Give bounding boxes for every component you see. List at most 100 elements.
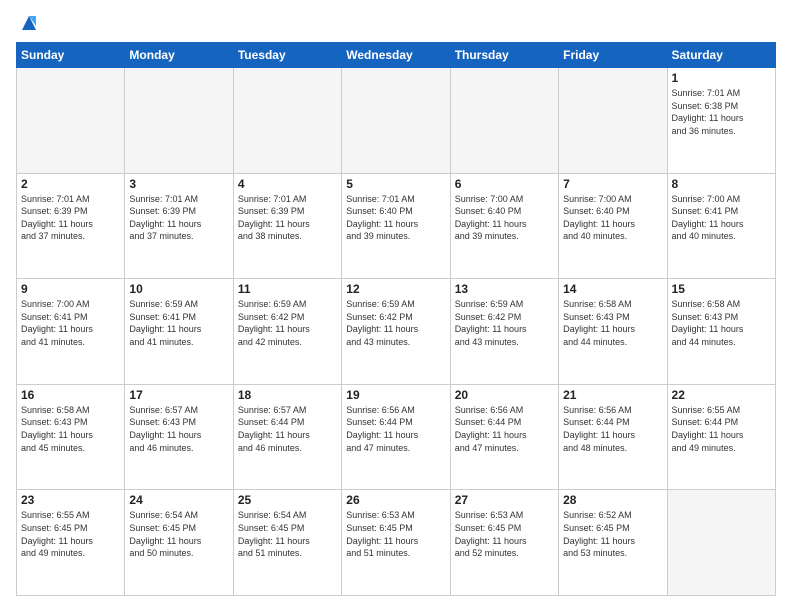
day-number: 21 <box>563 388 662 402</box>
day-info: Sunrise: 7:00 AM Sunset: 6:41 PM Dayligh… <box>672 193 771 243</box>
calendar-cell: 17 Sunrise: 6:57 AM Sunset: 6:43 PM Dayli… <box>125 384 233 490</box>
weekday-header-sunday: Sunday <box>17 43 125 68</box>
day-number: 28 <box>563 493 662 507</box>
day-info: Sunrise: 6:55 AM Sunset: 6:44 PM Dayligh… <box>672 404 771 454</box>
calendar-cell: 22Sunrise: 6:55 AM Sunset: 6:44 PM Dayli… <box>667 384 775 490</box>
day-number: 16 <box>21 388 120 402</box>
logo-icon <box>18 12 40 34</box>
calendar-cell: 26 Sunrise: 6:53 AM Sunset: 6:45 PM Dayli… <box>342 490 450 596</box>
calendar-week-row: 16 Sunrise: 6:58 AM Sunset: 6:43 PM Dayli… <box>17 384 776 490</box>
header <box>16 16 776 32</box>
day-info: Sunrise: 7:01 AM Sunset: 6:39 PM Dayligh… <box>238 193 337 243</box>
day-number: 26 <box>346 493 445 507</box>
day-number: 20 <box>455 388 554 402</box>
day-info: Sunrise: 6:56 AM Sunset: 6:44 PM Dayligh… <box>455 404 554 454</box>
calendar-cell: 5 Sunrise: 7:01 AM Sunset: 6:40 PM Daylig… <box>342 173 450 279</box>
calendar-cell: 8 Sunrise: 7:00 AM Sunset: 6:41 PM Daylig… <box>667 173 775 279</box>
day-number: 6 <box>455 177 554 191</box>
day-info: Sunrise: 7:00 AM Sunset: 6:40 PM Dayligh… <box>455 193 554 243</box>
day-number: 3 <box>129 177 228 191</box>
calendar-cell: 19Sunrise: 6:56 AM Sunset: 6:44 PM Dayli… <box>342 384 450 490</box>
weekday-header-friday: Friday <box>559 43 667 68</box>
calendar-cell <box>17 68 125 174</box>
day-info: Sunrise: 6:57 AM Sunset: 6:43 PM Dayligh… <box>129 404 228 454</box>
calendar-cell: 13 Sunrise: 6:59 AM Sunset: 6:42 PM Dayli… <box>450 279 558 385</box>
calendar-cell: 11 Sunrise: 6:59 AM Sunset: 6:42 PM Dayli… <box>233 279 341 385</box>
calendar-header-row: SundayMondayTuesdayWednesdayThursdayFrid… <box>17 43 776 68</box>
day-info: Sunrise: 6:58 AM Sunset: 6:43 PM Dayligh… <box>563 298 662 348</box>
calendar-cell: 6 Sunrise: 7:00 AM Sunset: 6:40 PM Daylig… <box>450 173 558 279</box>
calendar-cell: 16 Sunrise: 6:58 AM Sunset: 6:43 PM Dayli… <box>17 384 125 490</box>
day-number: 9 <box>21 282 120 296</box>
weekday-header-tuesday: Tuesday <box>233 43 341 68</box>
day-number: 4 <box>238 177 337 191</box>
calendar-cell: 25Sunrise: 6:54 AM Sunset: 6:45 PM Dayli… <box>233 490 341 596</box>
day-number: 17 <box>129 388 228 402</box>
day-info: Sunrise: 7:01 AM Sunset: 6:39 PM Dayligh… <box>129 193 228 243</box>
calendar-cell: 20 Sunrise: 6:56 AM Sunset: 6:44 PM Dayli… <box>450 384 558 490</box>
day-info: Sunrise: 6:56 AM Sunset: 6:44 PM Dayligh… <box>563 404 662 454</box>
day-info: Sunrise: 6:54 AM Sunset: 6:45 PM Dayligh… <box>238 509 337 559</box>
day-info: Sunrise: 6:59 AM Sunset: 6:42 PM Dayligh… <box>346 298 445 348</box>
day-number: 19 <box>346 388 445 402</box>
day-info: Sunrise: 6:53 AM Sunset: 6:45 PM Dayligh… <box>346 509 445 559</box>
day-info: Sunrise: 6:54 AM Sunset: 6:45 PM Dayligh… <box>129 509 228 559</box>
logo <box>16 16 40 32</box>
calendar-cell: 2 Sunrise: 7:01 AM Sunset: 6:39 PM Daylig… <box>17 173 125 279</box>
calendar-cell: 10 Sunrise: 6:59 AM Sunset: 6:41 PM Dayli… <box>125 279 233 385</box>
day-number: 8 <box>672 177 771 191</box>
calendar-week-row: 23 Sunrise: 6:55 AM Sunset: 6:45 PM Dayli… <box>17 490 776 596</box>
calendar-cell: 3 Sunrise: 7:01 AM Sunset: 6:39 PM Daylig… <box>125 173 233 279</box>
calendar-cell <box>125 68 233 174</box>
calendar-cell: 7 Sunrise: 7:00 AM Sunset: 6:40 PM Daylig… <box>559 173 667 279</box>
day-info: Sunrise: 6:53 AM Sunset: 6:45 PM Dayligh… <box>455 509 554 559</box>
day-number: 7 <box>563 177 662 191</box>
weekday-header-monday: Monday <box>125 43 233 68</box>
calendar-cell: 15 Sunrise: 6:58 AM Sunset: 6:43 PM Dayli… <box>667 279 775 385</box>
day-number: 23 <box>21 493 120 507</box>
day-info: Sunrise: 6:52 AM Sunset: 6:45 PM Dayligh… <box>563 509 662 559</box>
weekday-header-wednesday: Wednesday <box>342 43 450 68</box>
calendar-table: SundayMondayTuesdayWednesdayThursdayFrid… <box>16 42 776 596</box>
calendar-cell <box>559 68 667 174</box>
day-info: Sunrise: 7:01 AM Sunset: 6:39 PM Dayligh… <box>21 193 120 243</box>
day-info: Sunrise: 6:58 AM Sunset: 6:43 PM Dayligh… <box>672 298 771 348</box>
calendar-cell: 21 Sunrise: 6:56 AM Sunset: 6:44 PM Dayli… <box>559 384 667 490</box>
day-info: Sunrise: 7:00 AM Sunset: 6:40 PM Dayligh… <box>563 193 662 243</box>
calendar-cell: 1 Sunrise: 7:01 AM Sunset: 6:38 PM Daylig… <box>667 68 775 174</box>
calendar-cell: 4 Sunrise: 7:01 AM Sunset: 6:39 PM Daylig… <box>233 173 341 279</box>
day-info: Sunrise: 6:55 AM Sunset: 6:45 PM Dayligh… <box>21 509 120 559</box>
calendar-cell: 14 Sunrise: 6:58 AM Sunset: 6:43 PM Dayli… <box>559 279 667 385</box>
day-number: 5 <box>346 177 445 191</box>
day-number: 11 <box>238 282 337 296</box>
day-info: Sunrise: 7:01 AM Sunset: 6:40 PM Dayligh… <box>346 193 445 243</box>
day-info: Sunrise: 6:59 AM Sunset: 6:42 PM Dayligh… <box>455 298 554 348</box>
day-info: Sunrise: 6:58 AM Sunset: 6:43 PM Dayligh… <box>21 404 120 454</box>
calendar-cell <box>667 490 775 596</box>
day-info: Sunrise: 6:59 AM Sunset: 6:41 PM Dayligh… <box>129 298 228 348</box>
day-number: 10 <box>129 282 228 296</box>
day-number: 14 <box>563 282 662 296</box>
calendar-cell: 24 Sunrise: 6:54 AM Sunset: 6:45 PM Dayli… <box>125 490 233 596</box>
day-number: 13 <box>455 282 554 296</box>
calendar-cell: 9 Sunrise: 7:00 AM Sunset: 6:41 PM Daylig… <box>17 279 125 385</box>
day-number: 27 <box>455 493 554 507</box>
calendar-week-row: 1 Sunrise: 7:01 AM Sunset: 6:38 PM Daylig… <box>17 68 776 174</box>
calendar-week-row: 2 Sunrise: 7:01 AM Sunset: 6:39 PM Daylig… <box>17 173 776 279</box>
day-number: 18 <box>238 388 337 402</box>
day-info: Sunrise: 6:59 AM Sunset: 6:42 PM Dayligh… <box>238 298 337 348</box>
weekday-header-saturday: Saturday <box>667 43 775 68</box>
day-info: Sunrise: 7:00 AM Sunset: 6:41 PM Dayligh… <box>21 298 120 348</box>
day-number: 24 <box>129 493 228 507</box>
weekday-header-thursday: Thursday <box>450 43 558 68</box>
calendar-cell: 28 Sunrise: 6:52 AM Sunset: 6:45 PM Dayli… <box>559 490 667 596</box>
day-number: 2 <box>21 177 120 191</box>
calendar-cell: 27 Sunrise: 6:53 AM Sunset: 6:45 PM Dayli… <box>450 490 558 596</box>
day-info: Sunrise: 7:01 AM Sunset: 6:38 PM Dayligh… <box>672 87 771 137</box>
day-number: 15 <box>672 282 771 296</box>
calendar-cell <box>342 68 450 174</box>
day-number: 1 <box>672 71 771 85</box>
page: SundayMondayTuesdayWednesdayThursdayFrid… <box>0 0 792 612</box>
calendar-week-row: 9 Sunrise: 7:00 AM Sunset: 6:41 PM Daylig… <box>17 279 776 385</box>
calendar-cell: 23 Sunrise: 6:55 AM Sunset: 6:45 PM Dayli… <box>17 490 125 596</box>
